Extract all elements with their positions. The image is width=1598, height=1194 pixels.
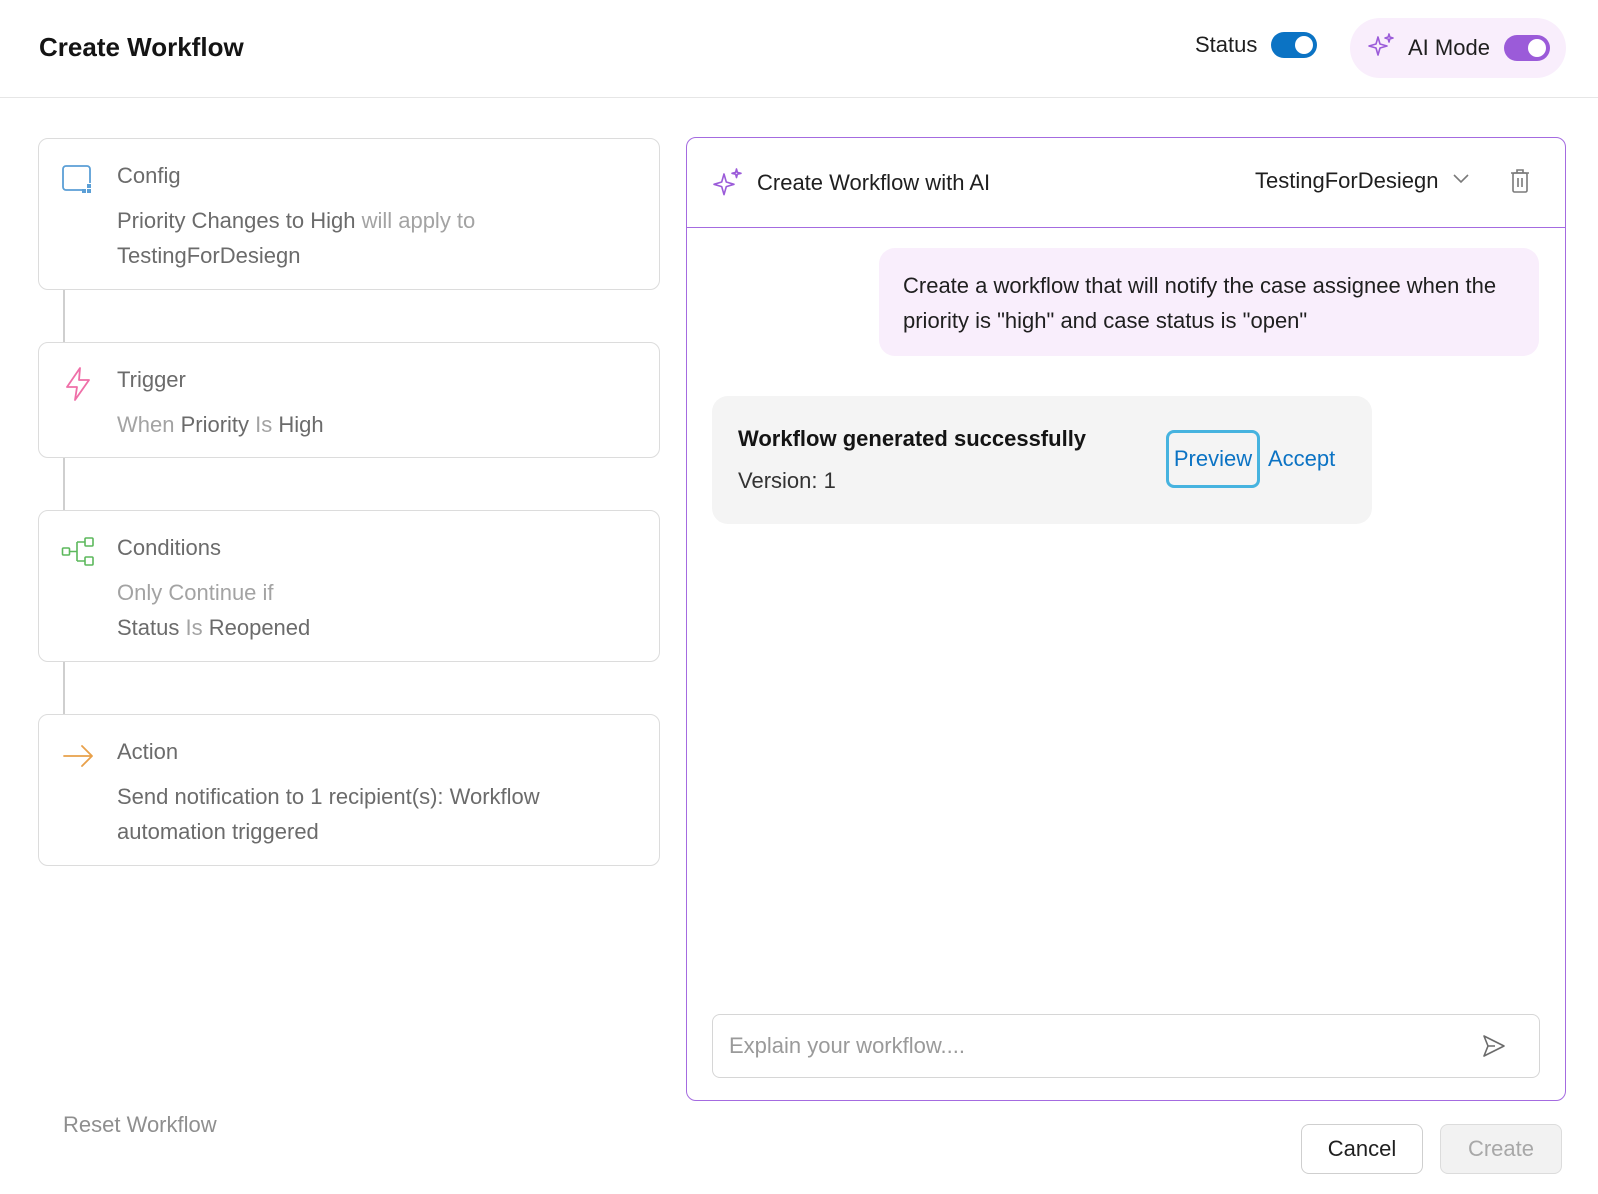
create-button[interactable]: Create: [1440, 1124, 1562, 1174]
ai-message-version: Version: 1: [738, 468, 836, 493]
ai-mode-label: AI Mode: [1408, 35, 1490, 60]
ai-chat-message: Workflow generated successfully Version:…: [712, 396, 1372, 524]
page-title: Create Workflow: [39, 32, 244, 62]
step-value: Reopened: [208, 615, 311, 640]
step-description: When Priority Is High: [117, 407, 637, 442]
project-dropdown[interactable]: TestingForDesiegn: [1255, 168, 1470, 194]
step-value: Priority: [180, 412, 250, 437]
preview-button[interactable]: Preview: [1166, 430, 1260, 488]
step-title: Conditions: [117, 535, 221, 560]
ai-message-title: Workflow generated successfully: [738, 426, 1087, 451]
reset-workflow-button[interactable]: Reset Workflow: [63, 1112, 217, 1138]
ai-panel-header: Create Workflow with AI TestingForDesieg…: [687, 138, 1565, 228]
step-description: Send notification to 1 recipient(s): Wor…: [117, 784, 540, 844]
chat-input-container: [712, 1014, 1540, 1078]
step-value: Status: [117, 615, 180, 640]
step-card-conditions[interactable]: Conditions Only Continue if Status Is Reo…: [38, 510, 660, 662]
accept-button[interactable]: Accept: [1268, 430, 1335, 488]
status-group: Status: [1195, 32, 1318, 58]
step-description: Priority Changes to High will apply to T…: [117, 203, 637, 273]
send-icon[interactable]: [1481, 1033, 1507, 1064]
ai-workflow-panel: Create Workflow with AI TestingForDesieg…: [686, 137, 1566, 1101]
step-value: Priority Changes to High: [117, 208, 356, 233]
step-title: Config: [117, 163, 181, 188]
step-connector-text: Is: [179, 615, 209, 640]
lightning-icon: [61, 367, 95, 401]
step-connector-text: When: [117, 412, 181, 437]
branch-icon: [61, 535, 95, 569]
status-toggle[interactable]: [1271, 32, 1318, 58]
step-value: High: [278, 412, 324, 437]
arrow-right-icon: [61, 739, 95, 773]
ai-panel-title: Create Workflow with AI: [757, 170, 991, 195]
step-connector-text: Only Continue if: [117, 580, 274, 605]
sparkle-icon: [1366, 31, 1396, 66]
header: Create Workflow Status AI Mode: [0, 0, 1598, 98]
status-label: Status: [1195, 32, 1258, 57]
chevron-down-icon: [1452, 172, 1470, 190]
project-dropdown-value: TestingForDesiegn: [1255, 168, 1439, 193]
step-card-trigger[interactable]: Trigger When Priority Is High: [38, 342, 660, 458]
trash-icon[interactable]: [1509, 168, 1531, 199]
sparkle-icon: [711, 166, 745, 205]
step-title: Action: [117, 739, 179, 764]
user-chat-message: Create a workflow that will notify the c…: [879, 248, 1539, 356]
workflow-prompt-input[interactable]: [729, 1015, 1449, 1076]
step-description: Only Continue if Status Is Reopened: [117, 575, 637, 645]
ai-mode-toggle[interactable]: [1503, 35, 1550, 61]
toggle-knob: [1527, 39, 1546, 57]
step-connector: [63, 662, 65, 714]
step-card-action[interactable]: Action Send notification to 1 recipient(…: [38, 714, 660, 866]
step-connector: [63, 290, 65, 342]
ai-mode-pill: AI Mode: [1350, 18, 1566, 78]
config-icon: [61, 163, 95, 197]
cancel-button[interactable]: Cancel: [1301, 1124, 1423, 1174]
toggle-knob: [1295, 36, 1314, 54]
step-connector-text: Is: [249, 412, 279, 437]
step-connector: [63, 458, 65, 510]
step-value: TestingForDesiegn: [117, 243, 301, 268]
step-connector-text: will apply to: [355, 208, 476, 233]
step-card-config[interactable]: Config Priority Changes to High will app…: [38, 138, 660, 290]
step-title: Trigger: [117, 367, 186, 392]
